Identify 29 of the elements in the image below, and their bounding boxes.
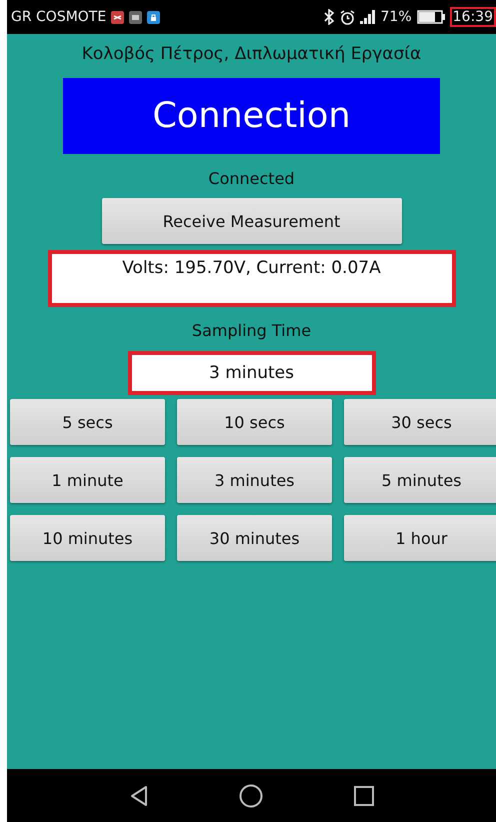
interval-button[interactable]: 1 hour [344, 515, 496, 561]
image-icon [129, 10, 142, 24]
connection-status: Connected [208, 169, 295, 188]
sampling-time-label: Sampling Time [192, 321, 312, 340]
battery-percent: 71% [380, 9, 412, 25]
battery-icon [416, 10, 445, 24]
lock-icon [147, 10, 160, 24]
interval-button[interactable]: 10 secs [177, 399, 332, 445]
carrier-name: GR COSMOTE [11, 9, 106, 25]
measurement-reading: Volts: 195.70V, Current: 0.07A [48, 250, 456, 307]
interval-button[interactable]: 30 minutes [177, 515, 332, 561]
notification-icon [111, 10, 124, 24]
bluetooth-icon [324, 9, 335, 25]
interval-button[interactable]: 10 minutes [10, 515, 165, 561]
back-icon[interactable] [128, 784, 148, 806]
connection-button[interactable]: Connection [63, 78, 440, 154]
home-icon[interactable] [238, 784, 262, 808]
interval-button[interactable]: 3 minutes [177, 457, 332, 503]
receive-measurement-button[interactable]: Receive Measurement [102, 198, 402, 244]
interval-button[interactable]: 5 minutes [344, 457, 496, 503]
signal-icon [360, 10, 376, 24]
interval-button[interactable]: 5 secs [10, 399, 165, 445]
sampling-time-value: 3 minutes [128, 351, 376, 395]
clock-time: 16:39 [450, 7, 496, 27]
app-title: Κολοβός Πέτρος, Διπλωματική Εργασία [82, 44, 422, 64]
interval-button[interactable]: 30 secs [344, 399, 496, 445]
alarm-icon [340, 10, 355, 24]
recent-apps-icon[interactable] [352, 784, 374, 806]
interval-button[interactable]: 1 minute [10, 457, 165, 503]
